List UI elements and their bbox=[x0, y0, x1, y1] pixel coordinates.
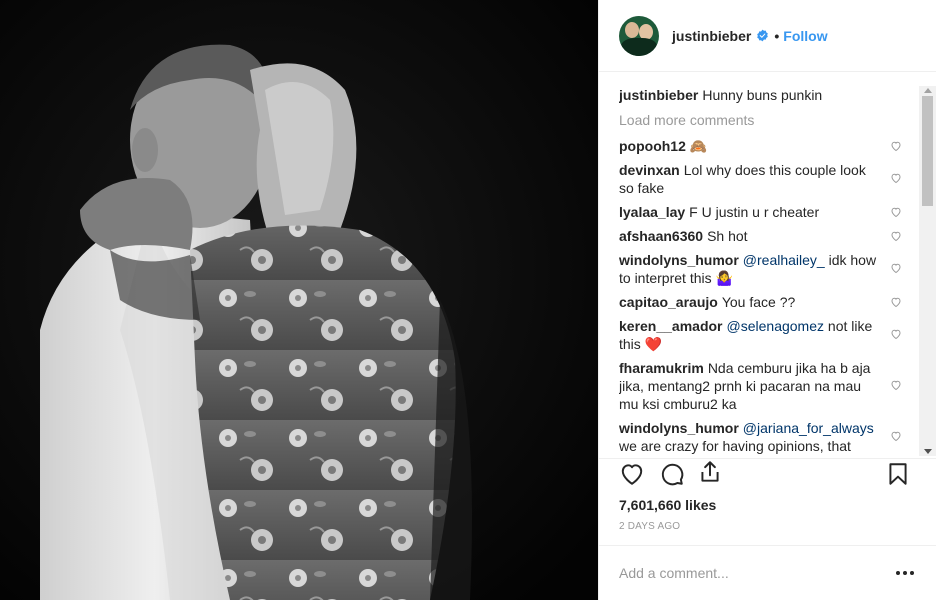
comment-username[interactable]: fharamukrim bbox=[619, 360, 704, 376]
follow-button[interactable]: Follow bbox=[783, 28, 827, 44]
action-bar bbox=[599, 458, 936, 498]
scrollbar-thumb[interactable] bbox=[922, 96, 933, 206]
heart-icon[interactable] bbox=[890, 296, 902, 308]
avatar-face bbox=[625, 21, 639, 38]
comment-input[interactable]: Add a comment... bbox=[619, 565, 896, 581]
heart-icon[interactable] bbox=[890, 430, 902, 442]
more-dot bbox=[910, 571, 914, 575]
caption-username[interactable]: justinbieber bbox=[619, 87, 698, 103]
bookmark-icon[interactable] bbox=[885, 461, 911, 487]
comment-username[interactable]: devinxan bbox=[619, 162, 680, 178]
comment-username[interactable]: afshaan6360 bbox=[619, 228, 703, 244]
comment-text: we are crazy for having opinions, that bbox=[619, 438, 851, 454]
comment-username[interactable]: keren__amador bbox=[619, 318, 723, 334]
post-sidebar: justinbieber • Follow justinbieber Hunny … bbox=[598, 0, 936, 600]
verified-badge-icon bbox=[757, 29, 769, 42]
comment-username[interactable]: popooh12 bbox=[619, 138, 686, 154]
comment-username[interactable]: lyalaa_lay bbox=[619, 204, 685, 220]
separator-dot: • bbox=[774, 27, 780, 44]
comment-text: You face ?? bbox=[721, 294, 796, 310]
post-header: justinbieber • Follow bbox=[599, 0, 936, 72]
share-icon[interactable] bbox=[697, 459, 723, 485]
comment-item: lyalaa_lay F U justin u r cheater bbox=[619, 203, 914, 221]
comment-item: devinxan Lol why does this couple look so… bbox=[619, 161, 914, 197]
comment-username[interactable]: windolyns_humor bbox=[619, 252, 739, 268]
caption: justinbieber Hunny buns punkin bbox=[619, 86, 914, 104]
comment-item: keren__amador @selenagomez not like this … bbox=[619, 317, 914, 353]
heart-icon[interactable] bbox=[890, 230, 902, 242]
comment-item: windolyns_humor @realhailey_ idk how to i… bbox=[619, 251, 914, 287]
more-dot bbox=[903, 571, 907, 575]
comment-item: popooh12 🙈 bbox=[619, 137, 914, 155]
caption-text: Hunny buns punkin bbox=[702, 87, 823, 103]
comments-list[interactable]: justinbieber Hunny buns punkin Load more … bbox=[619, 86, 914, 456]
heart-icon[interactable] bbox=[619, 461, 645, 487]
likes-count[interactable]: 7,601,660 likes bbox=[619, 497, 716, 513]
post-timestamp[interactable]: 2 DAYS AGO bbox=[619, 521, 680, 532]
comments-scrollbar[interactable] bbox=[919, 86, 936, 456]
comment-mention[interactable]: @jariana_for_always bbox=[743, 420, 874, 436]
comment-username[interactable]: windolyns_humor bbox=[619, 420, 739, 436]
comment-bubble-icon[interactable] bbox=[659, 461, 685, 487]
scroll-up-arrow-icon[interactable] bbox=[924, 88, 932, 93]
load-more-comments-button[interactable]: Load more comments bbox=[619, 111, 914, 129]
comment-item: capitao_araujo You face ?? bbox=[619, 293, 914, 311]
heart-icon[interactable] bbox=[890, 262, 902, 274]
comment-username[interactable]: capitao_araujo bbox=[619, 294, 718, 310]
heart-icon[interactable] bbox=[890, 172, 902, 184]
comment-item: windolyns_humor @jariana_for_always we ar… bbox=[619, 419, 914, 455]
heart-icon[interactable] bbox=[890, 379, 902, 391]
instagram-post: justinbieber • Follow justinbieber Hunny … bbox=[0, 0, 936, 600]
avatar[interactable] bbox=[619, 15, 659, 56]
comment-item: afshaan6360 Sh hot bbox=[619, 227, 914, 245]
post-photo[interactable] bbox=[0, 0, 598, 600]
avatar-body bbox=[621, 37, 657, 56]
heart-icon[interactable] bbox=[890, 140, 902, 152]
photo-couple-kissing bbox=[0, 0, 598, 600]
comment-mention[interactable]: @selenagomez bbox=[727, 318, 825, 334]
heart-icon[interactable] bbox=[890, 328, 902, 340]
heart-icon[interactable] bbox=[890, 206, 902, 218]
comment-mention[interactable]: @realhailey_ bbox=[743, 252, 825, 268]
more-dot bbox=[896, 571, 900, 575]
header-username[interactable]: justinbieber bbox=[672, 28, 751, 44]
comment-text: 🙈 bbox=[689, 138, 708, 154]
comment-item: fharamukrim Nda cemburu jika ha b aja jik… bbox=[619, 359, 914, 413]
more-options-icon[interactable] bbox=[896, 571, 914, 575]
scroll-down-arrow-icon[interactable] bbox=[924, 449, 932, 454]
comment-text: Sh hot bbox=[707, 228, 748, 244]
add-comment-bar: Add a comment... bbox=[599, 545, 936, 600]
comment-text: F U justin u r cheater bbox=[689, 204, 820, 220]
